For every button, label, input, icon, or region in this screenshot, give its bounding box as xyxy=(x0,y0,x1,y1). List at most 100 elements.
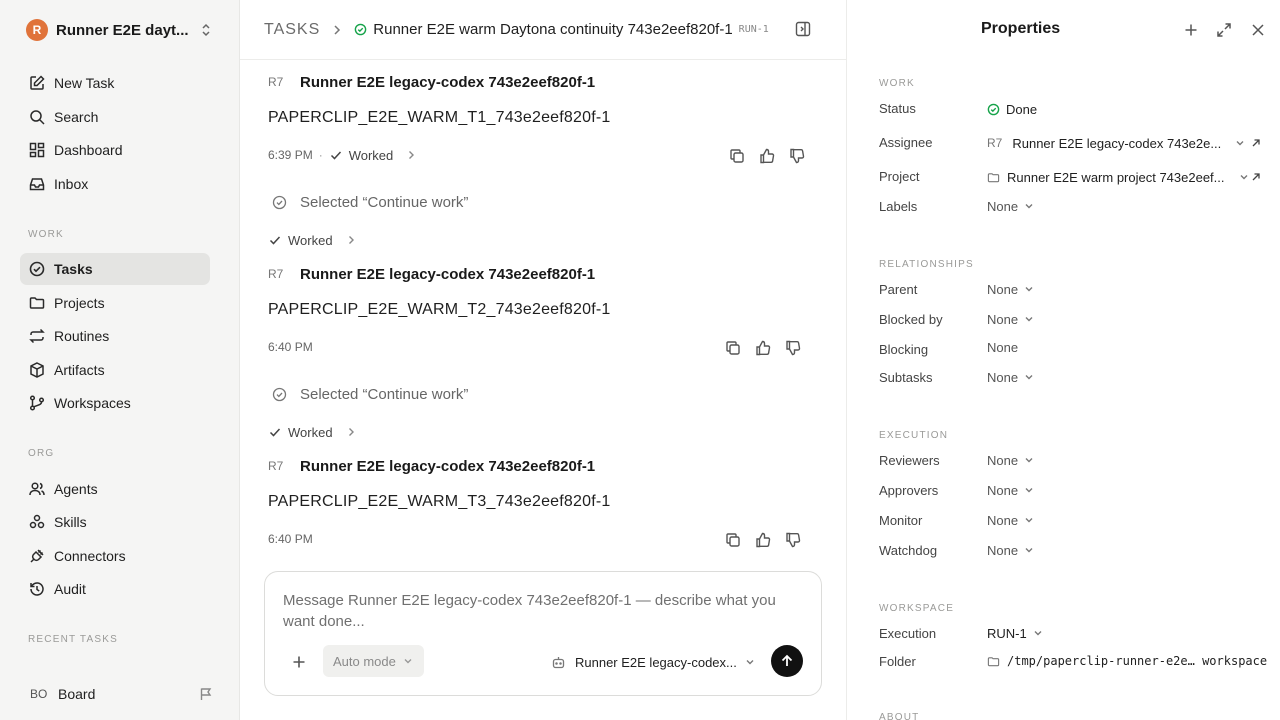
assignee-text: Runner E2E legacy-codex 743e2e... xyxy=(1012,135,1222,151)
breadcrumb: TASKS Runner E2E warm Daytona continuity… xyxy=(240,0,846,60)
recent-tasks-label: RECENT TASKS xyxy=(28,634,118,645)
nav-label: Search xyxy=(54,109,99,125)
thumbs-up-icon[interactable] xyxy=(754,339,772,357)
watchdog-label: Watchdog xyxy=(879,543,938,558)
plus-icon[interactable] xyxy=(291,654,307,670)
message-author: Runner E2E legacy-codex 743e2eef820f-1 xyxy=(300,265,596,283)
message-input[interactable] xyxy=(283,590,783,636)
mode-select[interactable]: Auto mode xyxy=(323,645,424,677)
thumbs-down-icon[interactable] xyxy=(784,531,802,549)
expand-icon[interactable] xyxy=(1215,21,1233,39)
nav-new-task[interactable]: New Task xyxy=(20,67,210,99)
chevron-down-icon xyxy=(1025,458,1033,463)
labels-value[interactable]: None xyxy=(987,196,1034,216)
message-body: PAPERCLIP_E2E_WARM_T2_743e2eef820f-1 xyxy=(268,301,611,318)
sidebar: R Runner E2E dayt... New Task Search Das… xyxy=(0,0,240,720)
folder-path: /tmp/paperclip-runner-e2e… workspace xyxy=(1007,654,1268,668)
reviewers-label: Reviewers xyxy=(879,453,940,468)
selection-text: Selected “Continue work” xyxy=(300,385,469,403)
nav-tasks[interactable]: Tasks xyxy=(20,253,210,285)
blocked-by-value[interactable]: None xyxy=(987,309,1034,329)
nav-label: Routines xyxy=(54,328,110,344)
nav-dashboard[interactable]: Dashboard xyxy=(20,134,210,166)
status-label: Status xyxy=(879,101,916,116)
copy-icon[interactable] xyxy=(728,147,746,165)
message-header: R7 Runner E2E legacy-codex 743e2eef820f-… xyxy=(268,263,595,285)
send-button[interactable] xyxy=(771,645,803,677)
workspace-section-label: WORKSPACE xyxy=(879,603,955,614)
chevron-right-icon[interactable] xyxy=(345,234,357,246)
copy-icon[interactable] xyxy=(724,531,742,549)
nav-label: Workspaces xyxy=(54,395,131,411)
chevron-right-icon[interactable] xyxy=(345,426,357,438)
chevron-down-icon xyxy=(1025,317,1033,322)
parent-text: None xyxy=(987,281,1019,297)
subtasks-value[interactable]: None xyxy=(987,367,1034,387)
properties-title: Properties xyxy=(981,20,1061,37)
nav-connectors[interactable]: Connectors xyxy=(20,540,210,572)
nav-label: Agents xyxy=(54,481,98,497)
status-text: Done xyxy=(1006,101,1038,117)
circle-check-icon xyxy=(272,387,287,401)
thumbs-down-icon[interactable] xyxy=(784,339,802,357)
folder-icon xyxy=(987,172,1000,182)
nav-label: Connectors xyxy=(54,548,126,564)
agent-select[interactable]: Runner E2E legacy-codex... xyxy=(551,652,755,672)
nav-artifacts[interactable]: Artifacts xyxy=(20,354,210,386)
panel-toggle-icon[interactable] xyxy=(794,20,812,38)
project-value[interactable]: Runner E2E warm project 743e2eef... xyxy=(987,167,1249,187)
nav-projects[interactable]: Projects xyxy=(20,287,210,319)
nav-agents[interactable]: Agents xyxy=(20,473,210,505)
message-body: PAPERCLIP_E2E_WARM_T1_743e2eef820f-1 xyxy=(268,109,611,126)
approvers-value[interactable]: None xyxy=(987,480,1034,500)
blocked-by-label: Blocked by xyxy=(879,312,943,327)
nav-label: Audit xyxy=(54,581,86,597)
external-link-icon[interactable] xyxy=(1250,171,1262,183)
workspace-logo: R xyxy=(26,19,48,41)
breadcrumb-tasks[interactable]: TASKS xyxy=(264,21,320,39)
chevron-down-icon xyxy=(1025,548,1033,553)
message-actions xyxy=(724,338,802,358)
folder-value[interactable]: /tmp/paperclip-runner-e2e… workspace xyxy=(987,651,1267,671)
worked-status: Worked xyxy=(288,232,333,248)
message-header: R7 Runner E2E legacy-codex 743e2eef820f-… xyxy=(268,71,595,93)
thumbs-up-icon[interactable] xyxy=(754,531,772,549)
nav-inbox[interactable]: Inbox xyxy=(20,168,210,200)
nav-skills[interactable]: Skills xyxy=(20,506,210,538)
nav-workspaces[interactable]: Workspaces xyxy=(20,387,210,419)
subtasks-label: Subtasks xyxy=(879,370,933,385)
project-label: Project xyxy=(879,169,920,184)
chevron-down-icon xyxy=(1025,375,1033,380)
status-value[interactable]: Done xyxy=(987,99,1037,119)
worked-status: Worked xyxy=(288,424,333,440)
chevron-down-icon xyxy=(404,659,412,664)
monitor-value[interactable]: None xyxy=(987,510,1034,530)
nav-search[interactable]: Search xyxy=(20,101,210,133)
thumbs-down-icon[interactable] xyxy=(788,147,806,165)
flag-icon[interactable] xyxy=(198,686,214,702)
close-icon[interactable] xyxy=(1249,21,1267,39)
blocking-value: None xyxy=(987,337,1018,357)
nav-routines[interactable]: Routines xyxy=(20,320,210,352)
parent-value[interactable]: None xyxy=(987,279,1034,299)
thumbs-up-icon[interactable] xyxy=(758,147,776,165)
workspace-switcher[interactable]: R Runner E2E dayt... xyxy=(20,14,216,46)
message-body: PAPERCLIP_E2E_WARM_T3_743e2eef820f-1 xyxy=(268,493,611,510)
nav-audit[interactable]: Audit xyxy=(20,573,210,605)
workspace-name: Runner E2E dayt... xyxy=(56,21,189,39)
plus-icon[interactable] xyxy=(1182,21,1200,39)
reviewers-value[interactable]: None xyxy=(987,450,1034,470)
bot-icon xyxy=(552,656,565,668)
copy-icon[interactable] xyxy=(724,339,742,357)
nav-label: Inbox xyxy=(54,176,89,192)
execution-value[interactable]: RUN-1 xyxy=(987,623,1043,643)
assignee-value[interactable]: R7 Runner E2E legacy-codex 743e2e... xyxy=(987,133,1245,153)
work-section-label: WORK xyxy=(879,78,915,89)
external-link-icon[interactable] xyxy=(1250,137,1262,149)
history-icon xyxy=(30,582,44,596)
chevron-right-icon[interactable] xyxy=(405,149,417,161)
board-user[interactable]: BO Board xyxy=(20,680,216,708)
watchdog-value[interactable]: None xyxy=(987,540,1034,560)
blocking-label: Blocking xyxy=(879,342,929,357)
check-icon xyxy=(330,151,341,160)
